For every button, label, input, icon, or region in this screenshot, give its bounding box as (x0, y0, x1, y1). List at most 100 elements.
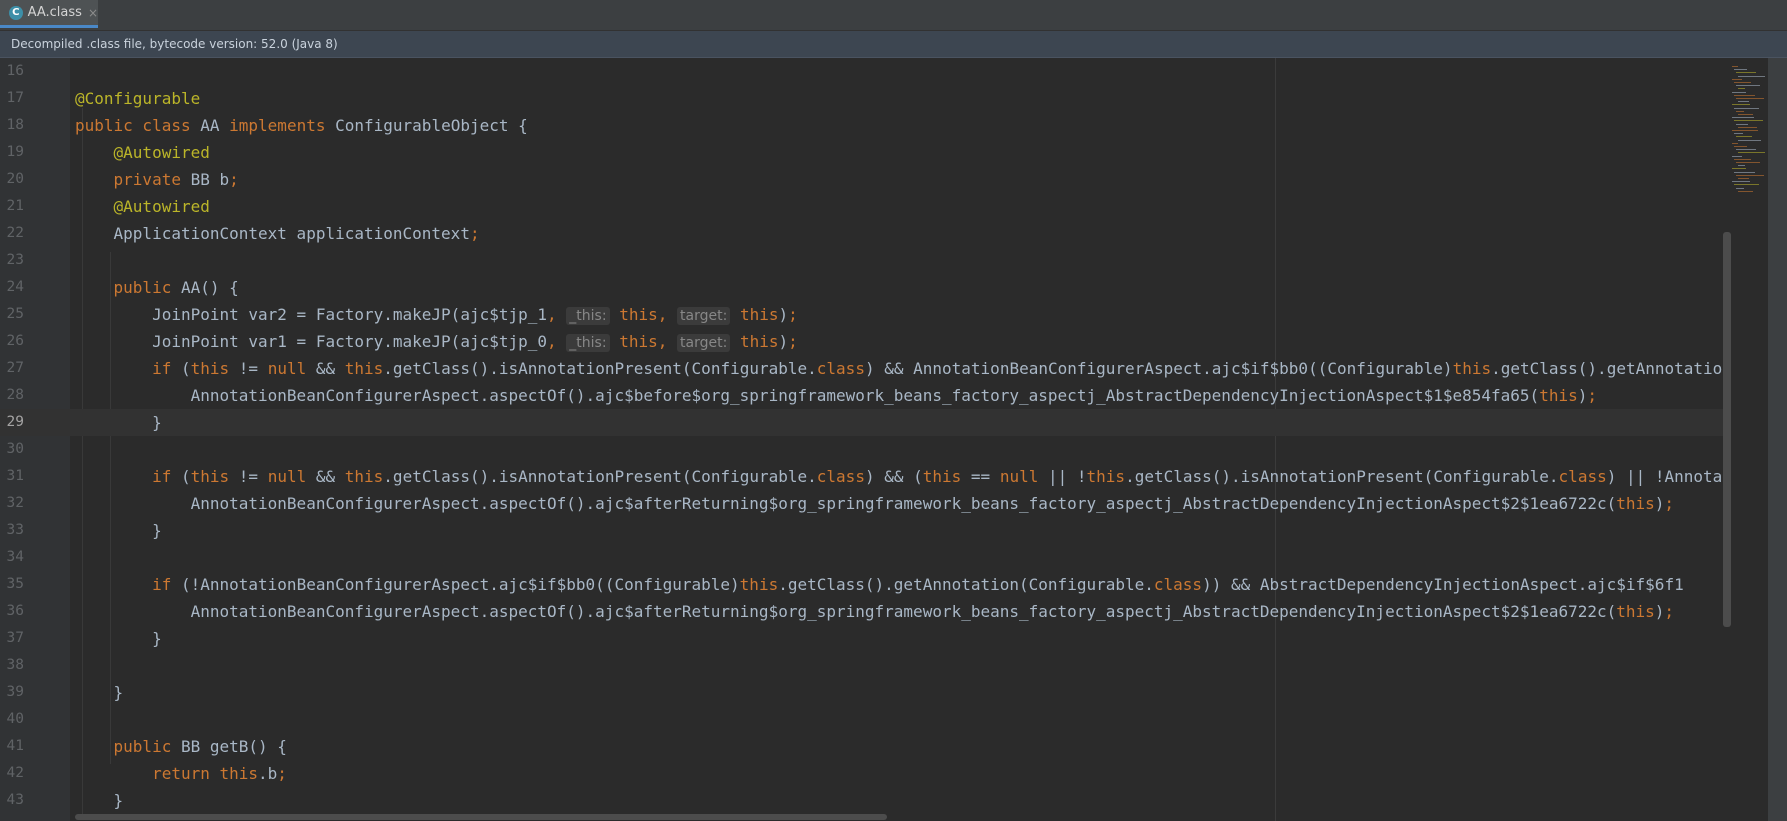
keyword-token: this, (619, 332, 668, 351)
line-number: 43 (6, 792, 24, 808)
code-line[interactable]: 35 if (!AnnotationBeanConfigurerAspect.a… (0, 571, 1730, 598)
code-line[interactable]: 17 @Configurable (0, 85, 1730, 112)
code-line[interactable]: 20 private BB b; (0, 166, 1730, 193)
code-text: JoinPoint var2 = Factory.makeJP(ajc$tjp_… (75, 301, 798, 330)
vertical-scrollbar[interactable] (1723, 232, 1731, 627)
annotation-token: @Autowired (113, 197, 210, 216)
code-line[interactable]: 25 JoinPoint var2 = Factory.makeJP(ajc$t… (0, 301, 1730, 328)
code-token: ) (1654, 494, 1665, 513)
code-line[interactable]: 18 public class AA implements Configurabl… (0, 112, 1730, 139)
close-icon[interactable]: × (88, 6, 98, 20)
code-line[interactable]: 40 (0, 706, 1730, 733)
keyword-token: null (267, 467, 316, 486)
code-token: ) && AnnotationBeanConfigurerAspect.ajc$… (864, 359, 1453, 378)
parameter-hint: _this: (566, 307, 610, 325)
code-line[interactable]: 27 if (this != null && this.getClass().i… (0, 355, 1730, 382)
line-number: 27 (6, 360, 24, 376)
code-line[interactable]: 31 if (this != null && this.getClass().i… (0, 463, 1730, 490)
minimap-line (1734, 158, 1751, 160)
code-line[interactable]: 43 } (0, 787, 1730, 814)
code-line[interactable]: 41 public BB getB() { (0, 733, 1730, 760)
code-token: != (238, 467, 268, 486)
code-token: AnnotationBeanConfigurerAspect.aspectOf(… (75, 602, 1617, 621)
code-token: && (315, 467, 345, 486)
line-number: 26 (6, 333, 24, 349)
code-token: ) && ( (864, 467, 923, 486)
code-line[interactable]: 29 } (0, 409, 1730, 436)
code-token: BB b (190, 170, 230, 189)
code-line[interactable]: 24 public AA() { (0, 274, 1730, 301)
keyword-token: private (113, 170, 191, 189)
code-token: .b (258, 764, 278, 783)
code-line[interactable]: 36 AnnotationBeanConfigurerAspect.aspect… (0, 598, 1730, 625)
code-line[interactable]: 38 (0, 652, 1730, 679)
line-number: 19 (6, 144, 24, 160)
code-line[interactable]: 23 (0, 247, 1730, 274)
code-line[interactable]: 21 @Autowired (0, 193, 1730, 220)
code-text: AnnotationBeanConfigurerAspect.aspectOf(… (75, 490, 1674, 517)
horizontal-scrollbar[interactable] (75, 814, 887, 820)
line-number: 30 (6, 441, 24, 457)
code-line[interactable]: 32 AnnotationBeanConfigurerAspect.aspect… (0, 490, 1730, 517)
code-text: AnnotationBeanConfigurerAspect.aspectOf(… (75, 382, 1597, 409)
code-line[interactable]: 34 (0, 544, 1730, 571)
keyword-token: ; (469, 224, 480, 243)
keyword-token: null (267, 359, 316, 378)
code-line[interactable]: 16 (0, 58, 1730, 85)
keyword-token: ; (1587, 386, 1597, 405)
code-line[interactable]: 42 return this.b; (0, 760, 1730, 787)
code-text: } (75, 409, 162, 436)
code-token: .getClass().getAnnotation(Configurable. (778, 575, 1154, 594)
line-number: 38 (6, 657, 24, 673)
tab-aa-class[interactable]: C AA.class × (0, 0, 98, 28)
keyword-token: implements (229, 116, 336, 135)
code-text: public BB getB() { (75, 733, 287, 760)
code-token: == (970, 467, 1000, 486)
minimap-line (1732, 142, 1738, 144)
code-token: BB getB() { (180, 737, 287, 756)
code-token: || ! (1048, 467, 1087, 486)
minimap-line (1732, 66, 1738, 67)
code-line[interactable]: 26 JoinPoint var1 = Factory.makeJP(ajc$t… (0, 328, 1730, 355)
line-number: 17 (6, 90, 24, 106)
keyword-token: ; (229, 170, 239, 189)
keyword-token: this (1539, 386, 1578, 405)
code-token: AA() { (180, 278, 239, 297)
code-text: public AA() { (75, 274, 239, 301)
minimap-line (1734, 184, 1759, 186)
minimap-line (1734, 133, 1743, 135)
tab-label: AA.class (27, 5, 82, 20)
keyword-token: this (190, 467, 239, 486)
minimap-line (1736, 85, 1760, 87)
code-line[interactable]: 33 } (0, 517, 1730, 544)
code-line[interactable]: 39 } (0, 679, 1730, 706)
code-line[interactable]: 37 } (0, 625, 1730, 652)
code-text: if (this != null && this.getClass().isAn… (75, 355, 1730, 382)
line-number: 31 (6, 468, 24, 484)
minimap-line (1736, 123, 1748, 125)
line-number: 28 (6, 387, 24, 403)
code-minimap[interactable] (1730, 66, 1768, 206)
code-line[interactable]: 30 (0, 436, 1730, 463)
keyword-token: ; (788, 332, 798, 351)
line-number: 24 (6, 279, 24, 295)
code-editor[interactable]: 16 17 @Configurable 18 public class AA imple… (0, 58, 1730, 821)
code-line[interactable]: 22 ApplicationContext applicationContext… (0, 220, 1730, 247)
code-token: ) || !AnnotationBeanConfigurerAspect (1606, 467, 1730, 486)
keyword-token: this (1452, 359, 1492, 378)
minimap-line (1738, 139, 1761, 141)
code-line[interactable]: 28 AnnotationBeanConfigurerAspect.aspect… (0, 382, 1730, 409)
banner-text: Decompiled .class file, bytecode version… (11, 37, 338, 51)
minimap-line (1736, 98, 1764, 99)
keyword-token: class (816, 359, 865, 378)
line-number: 22 (6, 225, 24, 241)
code-line[interactable]: 19 @Autowired (0, 139, 1730, 166)
code-token: AA (200, 116, 230, 135)
code-text: @Autowired (75, 193, 210, 220)
code-text: private BB b; (75, 166, 239, 193)
